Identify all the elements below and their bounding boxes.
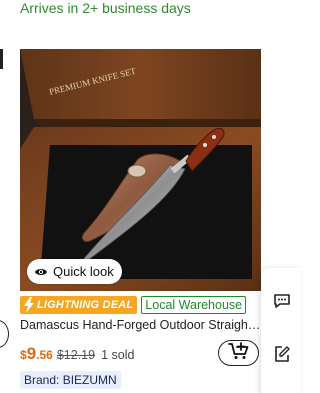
lightning-bolt-icon <box>22 297 36 313</box>
badge-row: LIGHTNING DEAL Local Warehouse <box>20 296 247 314</box>
original-price: $12.19 <box>56 348 96 362</box>
quick-look-label: Quick look <box>53 264 114 279</box>
eye-icon <box>34 265 48 279</box>
price-row: $9.56 $12.19 1 sold <box>20 344 134 364</box>
edit-icon[interactable] <box>273 345 291 363</box>
local-warehouse-badge: Local Warehouse <box>141 296 247 314</box>
product-title[interactable]: Damascus Hand-Forged Outdoor Straight Kn… <box>20 318 261 332</box>
adjacent-card-button[interactable] <box>0 320 9 348</box>
floating-side-panel <box>261 268 301 393</box>
delivery-info: Arrives in 2+ business days <box>20 0 191 16</box>
price-decimal: .56 <box>36 348 53 362</box>
add-to-cart-button[interactable] <box>218 340 259 366</box>
sold-count: 1 sold <box>101 348 135 362</box>
price-integer: 9 <box>26 344 37 363</box>
current-price: $9.56 <box>20 344 53 364</box>
quick-look-button[interactable]: Quick look <box>27 259 122 284</box>
chat-icon[interactable] <box>273 292 291 310</box>
brand-tag[interactable]: Brand: BIEZUMN <box>20 371 121 389</box>
add-to-cart-icon <box>227 341 250 365</box>
price-currency: $ <box>20 348 27 362</box>
adjacent-card-edge <box>0 49 3 69</box>
lightning-deal-label: LIGHTNING DEAL <box>37 299 134 311</box>
product-image[interactable]: PREMIUM KNIFE SET <box>20 49 261 291</box>
lightning-deal-badge: LIGHTNING DEAL <box>20 296 138 314</box>
